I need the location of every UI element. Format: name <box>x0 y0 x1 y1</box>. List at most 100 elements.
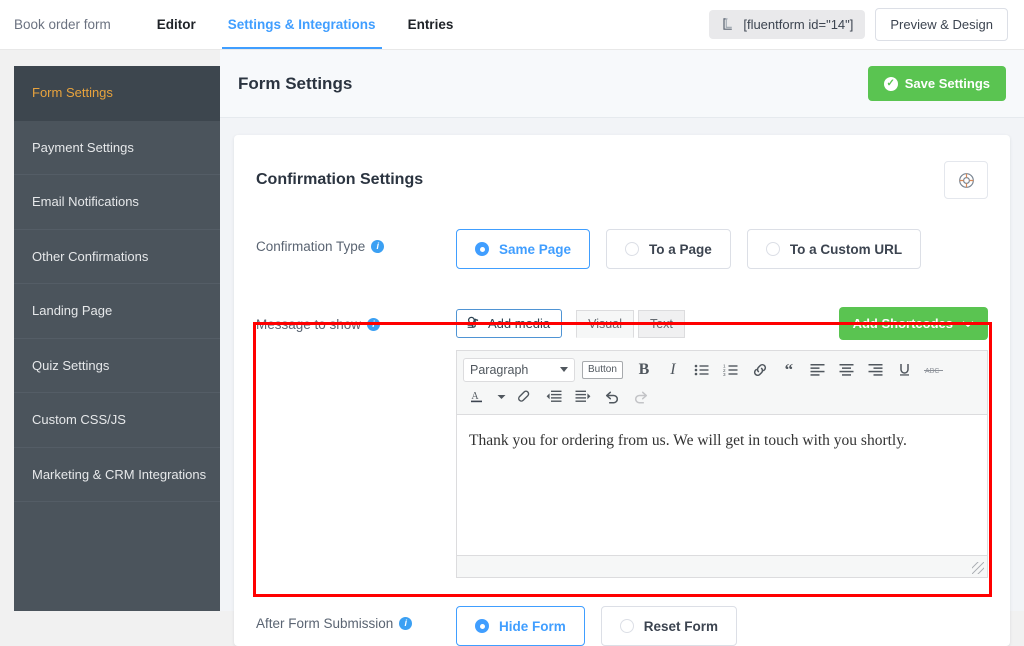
link-icon[interactable] <box>746 357 774 383</box>
info-icon[interactable]: i <box>371 240 385 253</box>
top-navigation: Book order form Editor Settings & Integr… <box>0 0 469 49</box>
radio-label: Reset Form <box>643 618 719 634</box>
after-form-submission-row: After Form Submission i Hide Form Reset … <box>234 606 1010 646</box>
align-right-icon[interactable] <box>862 357 890 383</box>
sidebar-item-label: Other Confirmations <box>32 248 149 264</box>
radio-to-a-page[interactable]: To a Page <box>606 229 731 269</box>
radio-to-a-custom-url[interactable]: To a Custom URL <box>746 229 922 269</box>
tab-settings-integrations[interactable]: Settings & Integrations <box>212 0 392 49</box>
message-to-show-row: Message to show i Add media Visual Text … <box>234 307 1010 578</box>
numbered-list-icon[interactable]: 1 2 3 <box>717 357 745 383</box>
sidebar-item-label: Custom CSS/JS <box>32 412 126 428</box>
app-shell: Form Settings Payment Settings Email Not… <box>0 50 1024 646</box>
preview-and-design-button[interactable]: Preview & Design <box>875 8 1008 41</box>
confirmation-type-options: Same Page To a Page To a Custom URL <box>456 229 988 269</box>
after-form-submission-label-wrap: After Form Submission i <box>256 606 456 631</box>
increase-indent-icon[interactable] <box>569 384 597 410</box>
add-media-label: Add media <box>488 316 551 331</box>
confirmation-type-label: Confirmation Type <box>256 239 366 254</box>
form-shortcode-pill[interactable]: [fluentform id="14"] <box>709 10 866 39</box>
editor-content-area[interactable]: Thank you for ordering from us. We will … <box>457 415 987 555</box>
after-form-submission-options: Hide Form Reset Form <box>456 606 988 646</box>
redo-icon[interactable] <box>627 384 655 410</box>
message-editor-field: Add media Visual Text Add Shortcodes Par… <box>456 307 988 578</box>
sidebar-item-label: Quiz Settings <box>32 357 110 373</box>
format-select[interactable]: Paragraph <box>463 357 575 382</box>
decrease-indent-icon[interactable] <box>540 384 568 410</box>
confirmation-type-field: Same Page To a Page To a Custom URL <box>456 229 988 269</box>
radio-dot-icon <box>619 619 634 633</box>
sidebar-item-marketing-crm-integrations[interactable]: Marketing & CRM Integrations <box>14 448 220 502</box>
radio-reset-form[interactable]: Reset Form <box>600 606 738 646</box>
format-select-value: Paragraph <box>470 362 529 377</box>
sidebar-item-form-settings[interactable]: Form Settings <box>14 66 220 121</box>
text-color-caret-icon[interactable] <box>492 384 510 410</box>
radio-label: Hide Form <box>499 618 566 634</box>
radio-dot-icon <box>475 242 489 256</box>
card-title: Confirmation Settings <box>256 171 424 188</box>
sidebar-item-other-confirmations[interactable]: Other Confirmations <box>14 230 220 284</box>
align-center-icon[interactable] <box>833 357 861 383</box>
bulleted-list-icon[interactable] <box>688 357 716 383</box>
save-settings-button[interactable]: ✓ Save Settings <box>867 66 1006 101</box>
tab-entries[interactable]: Entries <box>392 0 470 49</box>
italic-icon[interactable]: I <box>659 357 687 383</box>
tab-visual[interactable]: Visual <box>576 309 634 338</box>
sidebar-item-label: Marketing & CRM Integrations <box>32 466 207 482</box>
sidebar-item-label: Payment Settings <box>32 139 134 155</box>
tab-editor[interactable]: Editor <box>141 0 212 49</box>
info-icon[interactable]: i <box>399 617 413 630</box>
svg-text:ABC: ABC <box>925 368 939 375</box>
radio-dot-icon <box>765 242 780 256</box>
blockquote-icon[interactable]: “ <box>775 357 803 383</box>
after-form-submission-field: Hide Form Reset Form <box>456 606 988 646</box>
editor-top-toolbar: Add media Visual Text Add Shortcodes <box>456 307 988 340</box>
radio-label: Same Page <box>499 241 572 257</box>
after-form-submission-label: After Form Submission <box>256 616 394 631</box>
radio-dot-icon <box>625 242 640 256</box>
chevron-down-icon <box>962 320 974 328</box>
shortcode-text: [fluentform id="14"] <box>743 17 854 32</box>
lifebuoy-icon <box>958 172 975 189</box>
radio-same-page[interactable]: Same Page <box>456 229 591 269</box>
message-to-show-label-wrap: Message to show i <box>256 307 456 332</box>
save-settings-label: Save Settings <box>904 76 990 91</box>
editor-paragraph: Thank you for ordering from us. We will … <box>469 432 907 449</box>
editor-format-toolbar: Paragraph Button B I 1 2 3 “ ABC A <box>457 351 987 415</box>
add-media-button[interactable]: Add media <box>456 309 563 338</box>
check-circle-icon: ✓ <box>883 76 898 91</box>
sidebar-item-landing-page[interactable]: Landing Page <box>14 284 220 339</box>
editor-resize-handle[interactable] <box>972 562 984 574</box>
strikethrough-icon[interactable]: ABC <box>920 357 948 383</box>
form-name-label: Book order form <box>14 17 111 32</box>
align-left-icon[interactable] <box>804 357 832 383</box>
confirmation-type-row: Confirmation Type i Same Page To a Page <box>234 229 1010 269</box>
sidebar-item-custom-css-js[interactable]: Custom CSS/JS <box>14 393 220 448</box>
help-button[interactable] <box>944 161 988 199</box>
editor-toolbar-row-1: Paragraph Button B I 1 2 3 “ ABC <box>463 356 981 383</box>
message-to-show-label: Message to show <box>256 317 362 332</box>
tab-text[interactable]: Text <box>637 309 685 338</box>
sidebar-item-email-notifications[interactable]: Email Notifications <box>14 175 220 230</box>
radio-hide-form[interactable]: Hide Form <box>456 606 585 646</box>
info-icon[interactable]: i <box>367 318 381 331</box>
editor-mode-tabs: Visual Text <box>576 309 685 338</box>
clear-formatting-icon[interactable] <box>511 384 539 410</box>
insert-button-shortcode[interactable]: Button <box>582 360 623 379</box>
svg-text:A: A <box>471 391 479 402</box>
main-content: Form Settings ✓ Save Settings Confirmati… <box>220 50 1024 646</box>
sidebar-item-payment-settings[interactable]: Payment Settings <box>14 121 220 175</box>
text-color-icon[interactable]: A <box>463 384 491 410</box>
top-bar: Book order form Editor Settings & Integr… <box>0 0 1024 50</box>
add-shortcodes-button[interactable]: Add Shortcodes <box>838 307 988 340</box>
editor-status-bar <box>457 555 987 577</box>
top-bar-actions: [fluentform id="14"] Preview & Design <box>709 0 1024 49</box>
undo-icon[interactable] <box>598 384 626 410</box>
sidebar-item-label: Email Notifications <box>32 194 139 210</box>
bold-icon[interactable]: B <box>630 357 658 383</box>
underline-icon[interactable] <box>891 357 919 383</box>
sidebar-item-quiz-settings[interactable]: Quiz Settings <box>14 339 220 393</box>
confirmation-type-label-wrap: Confirmation Type i <box>256 229 456 254</box>
radio-label: To a Custom URL <box>789 241 903 257</box>
radio-label: To a Page <box>649 241 712 257</box>
